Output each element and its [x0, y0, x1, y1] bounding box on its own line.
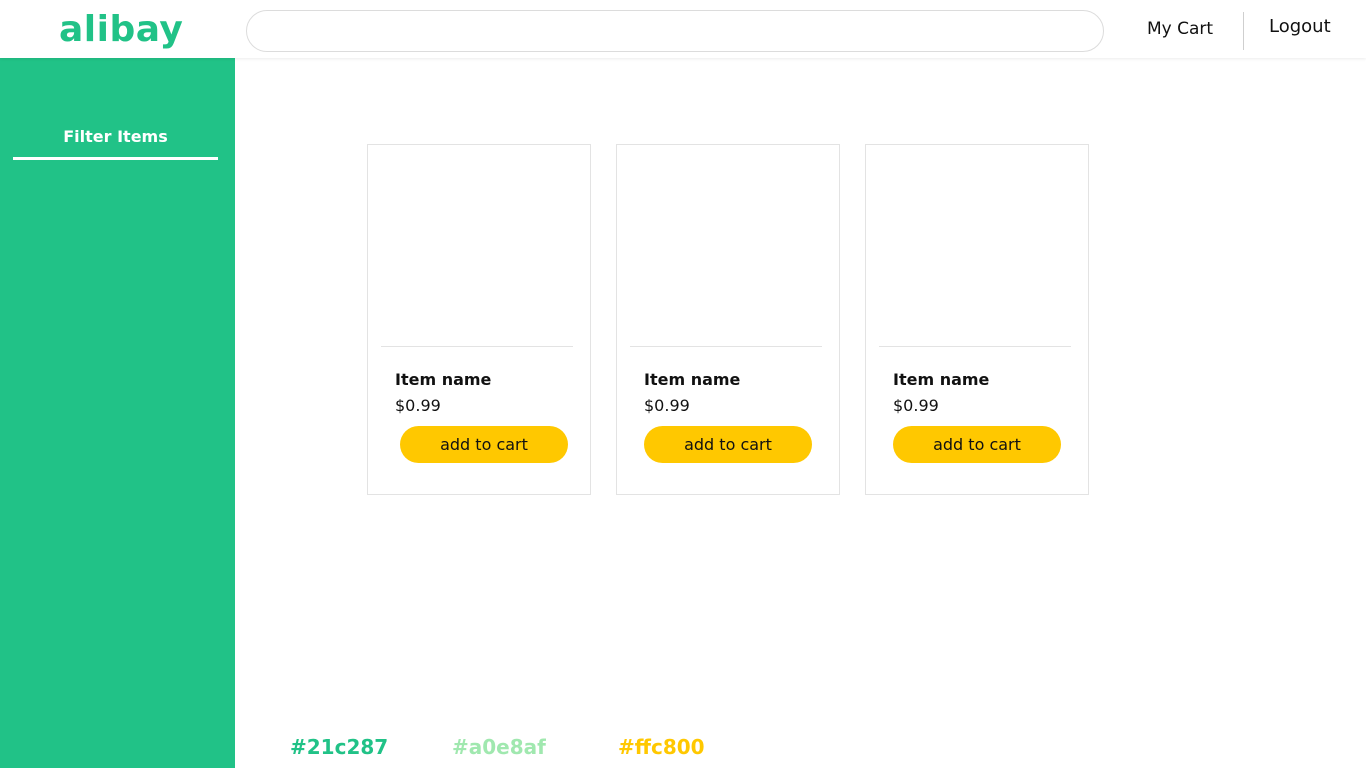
logout-link[interactable]: Logout — [1269, 16, 1331, 38]
my-cart-link[interactable]: My Cart — [1147, 18, 1213, 40]
product-price: $0.99 — [893, 396, 939, 415]
product-card: Item name $0.99 add to cart — [616, 144, 840, 495]
sidebar: Filter Items — [0, 58, 235, 768]
product-image — [879, 145, 1071, 347]
product-price: $0.99 — [644, 396, 690, 415]
add-to-cart-button[interactable]: add to cart — [893, 426, 1061, 463]
color-swatch-label: #21c287 — [290, 735, 389, 759]
product-price: $0.99 — [395, 396, 441, 415]
add-to-cart-button[interactable]: add to cart — [400, 426, 568, 463]
product-name: Item name — [395, 370, 492, 389]
product-card: Item name $0.99 add to cart — [865, 144, 1089, 495]
site-logo[interactable]: alibay — [59, 9, 183, 51]
top-navigation-bar: alibay My Cart Logout — [0, 0, 1366, 58]
filter-underline — [13, 157, 218, 160]
product-name: Item name — [644, 370, 741, 389]
color-swatch-label: #ffc800 — [618, 735, 705, 759]
product-image — [381, 145, 573, 347]
product-card: Item name $0.99 add to cart — [367, 144, 591, 495]
product-name: Item name — [893, 370, 990, 389]
product-image — [630, 145, 822, 347]
add-to-cart-button[interactable]: add to cart — [644, 426, 812, 463]
nav-divider — [1243, 12, 1244, 50]
search-input[interactable] — [246, 10, 1104, 52]
color-swatch-label: #a0e8af — [452, 735, 546, 759]
filter-items-heading: Filter Items — [63, 127, 168, 146]
